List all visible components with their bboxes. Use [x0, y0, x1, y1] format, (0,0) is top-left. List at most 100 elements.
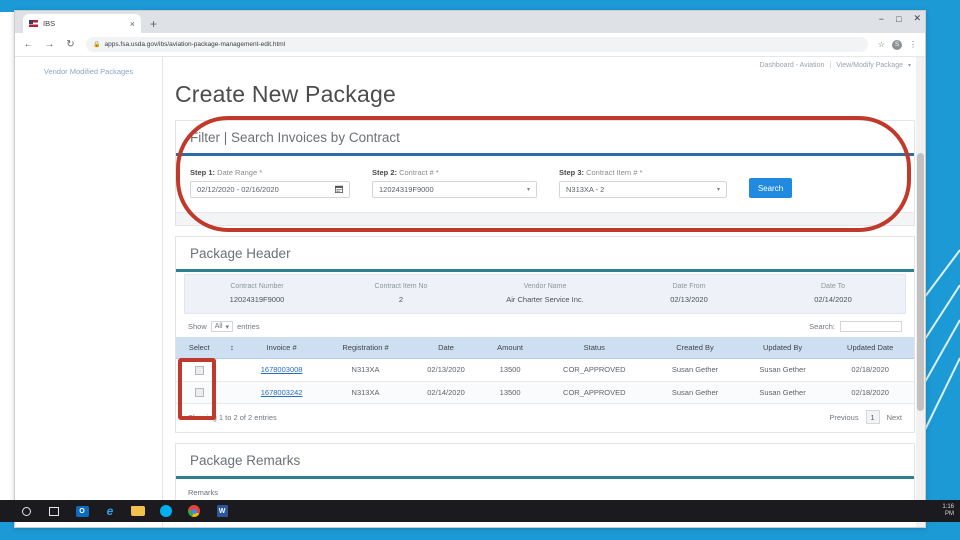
chevron-down-icon: ▾: [716, 187, 720, 193]
close-tab-icon[interactable]: ×: [130, 19, 135, 29]
page-scrollbar[interactable]: [916, 57, 925, 527]
table-search-input[interactable]: [840, 321, 902, 332]
row-amount-cell: 13500: [482, 381, 538, 405]
chrome-icon[interactable]: [180, 500, 208, 522]
summary-key: Vendor Name: [523, 283, 567, 290]
chevron-down-icon: ▾: [526, 187, 530, 193]
minimize-window-icon[interactable]: −: [879, 14, 884, 24]
word-icon[interactable]: W: [208, 500, 236, 522]
summary-value: 2: [398, 295, 404, 304]
new-tab-icon[interactable]: +: [150, 17, 157, 31]
row-updated-date-cell: 02/18/2020: [826, 381, 914, 405]
column-amount[interactable]: Amount: [482, 337, 538, 359]
next-page-button[interactable]: Next: [887, 413, 902, 422]
package-header-heading: Package Header: [176, 237, 914, 272]
search-button[interactable]: Search: [749, 178, 792, 198]
table-row: 1678003008 N313XA 02/13/2020 13500 COR_A…: [176, 358, 914, 382]
column-invoice[interactable]: Invoice #: [241, 337, 322, 359]
column-created-by[interactable]: Created By: [651, 337, 739, 359]
column-date[interactable]: Date: [409, 337, 483, 359]
show-label: Show: [188, 322, 207, 331]
filter-panel-heading: Filter | Search Invoices by Contract: [176, 121, 914, 156]
filter-panel: Filter | Search Invoices by Contract Ste…: [175, 120, 915, 226]
contract-number-select[interactable]: 12024319F9000 ▾: [372, 181, 537, 198]
entries-per-page-value: All: [214, 323, 223, 330]
back-icon[interactable]: ←: [23, 39, 34, 50]
summary-vendor-name: Vendor Name Air Charter Service Inc.: [473, 283, 617, 304]
datatable-controls: Show All ▾ entries Search:: [176, 314, 914, 337]
summary-contract-number: Contract Number 12024319F9000: [185, 283, 329, 304]
column-status[interactable]: Status: [537, 337, 652, 359]
row-checkbox[interactable]: [194, 388, 204, 398]
scrollbar-thumb[interactable]: [917, 153, 924, 411]
contract-item-field-group: Step 3: Contract Item # * N313XA - 2 ▾: [559, 168, 727, 198]
date-range-input[interactable]: 02/12/2020 - 02/16/2020: [190, 181, 350, 198]
browser-tab[interactable]: IBS ×: [23, 14, 141, 33]
row-registration-cell: N313XA: [321, 358, 410, 382]
edge-icon[interactable]: e: [96, 500, 124, 522]
row-select-cell[interactable]: [176, 381, 223, 405]
invoice-link[interactable]: 1678003242: [261, 388, 303, 397]
topnav-separator: |: [829, 62, 832, 69]
cortana-icon[interactable]: [12, 500, 40, 522]
taskbar-clock[interactable]: 1:16 PM: [942, 504, 954, 517]
profile-avatar[interactable]: S: [892, 39, 902, 50]
row-status-cell: COR_APPROVED: [537, 358, 652, 382]
task-view-icon[interactable]: [40, 500, 68, 522]
chevron-down-icon[interactable]: ▾: [908, 62, 911, 69]
forward-icon[interactable]: →: [44, 39, 55, 50]
column-select[interactable]: Select: [176, 337, 223, 359]
column-updated-date[interactable]: Updated Date: [826, 337, 914, 359]
maximize-window-icon[interactable]: □: [896, 14, 901, 24]
entries-per-page-select[interactable]: All ▾: [210, 321, 234, 332]
bookmark-star-icon[interactable]: ☆: [878, 40, 885, 49]
summary-value: 02/14/2020: [814, 295, 852, 304]
page-number-button[interactable]: 1: [865, 410, 880, 425]
reload-icon[interactable]: ↻: [65, 39, 76, 50]
column-registration[interactable]: Registration #: [321, 337, 410, 359]
step3-suffix: Contract Item # *: [584, 168, 643, 177]
previous-page-button[interactable]: Previous: [829, 413, 858, 422]
row-date-cell: 02/14/2020: [409, 381, 483, 405]
show-entries-control: Show All ▾ entries: [188, 321, 260, 332]
browser-menu-icon[interactable]: ⋮: [909, 40, 917, 49]
contract-item-select[interactable]: N313XA - 2 ▾: [559, 181, 727, 198]
clock-date: PM: [945, 511, 954, 517]
row-registration-cell: N313XA: [321, 381, 410, 405]
date-range-field-group: Step 1: Date Range * 02/12/2020 - 02/16/…: [190, 168, 350, 198]
skype-icon[interactable]: [152, 500, 180, 522]
browser-tab-strip: IBS × + − □ ✕: [15, 11, 925, 33]
summary-key: Contract Number: [230, 283, 284, 290]
view-modify-package-link[interactable]: View/Modify Package: [836, 62, 903, 69]
us-flag-favicon-icon: [29, 20, 38, 27]
table-search-control: Search:: [809, 321, 902, 332]
row-checkbox[interactable]: [194, 365, 204, 375]
table-row: 1678003242 N313XA 02/14/2020 13500 COR_A…: [176, 381, 914, 405]
table-search-label: Search:: [809, 322, 835, 331]
row-select-cell[interactable]: [176, 358, 223, 382]
column-sort[interactable]: ↕: [222, 337, 242, 359]
invoice-link[interactable]: 1678003008: [261, 365, 303, 374]
dashboard-aviation-link[interactable]: Dashboard - Aviation: [760, 62, 825, 69]
summary-value: 12024319F9000: [229, 295, 285, 304]
row-spacer-cell: [222, 381, 242, 405]
browser-window: IBS × + − □ ✕ ← → ↻ 🔒 apps.fsa.usda.gov/…: [14, 10, 926, 528]
column-updated-by[interactable]: Updated By: [738, 337, 827, 359]
summary-date-from: Date From 02/13/2020: [617, 283, 761, 304]
row-spacer-cell: [222, 358, 242, 382]
table-header-row: Select ↕ Invoice # Registration # Date A…: [176, 337, 914, 359]
contract-number-field-group: Step 2: Contract # * 12024319F9000 ▾: [372, 168, 537, 198]
package-header-panel: Package Header Contract Number 12024319F…: [175, 236, 915, 434]
package-header-summary: Contract Number 12024319F9000 Contract I…: [184, 274, 906, 314]
top-navigation: Dashboard - Aviation | View/Modify Packa…: [760, 62, 912, 69]
address-bar[interactable]: 🔒 apps.fsa.usda.gov/ibs/aviation-package…: [86, 37, 868, 52]
file-explorer-icon[interactable]: [124, 500, 152, 522]
calendar-icon[interactable]: [335, 185, 343, 195]
showing-entries-text: Showing 1 to 2 of 2 entries: [188, 412, 277, 422]
summary-date-to: Date To 02/14/2020: [761, 283, 905, 304]
close-window-icon[interactable]: ✕: [913, 13, 921, 24]
vendor-modified-packages-link[interactable]: Vendor Modified Packages: [15, 67, 162, 78]
outlook-icon[interactable]: O: [68, 500, 96, 522]
row-updated-date-cell: 02/18/2020: [826, 358, 914, 382]
page-content: Dashboard - Aviation | View/Modify Packa…: [163, 57, 925, 527]
